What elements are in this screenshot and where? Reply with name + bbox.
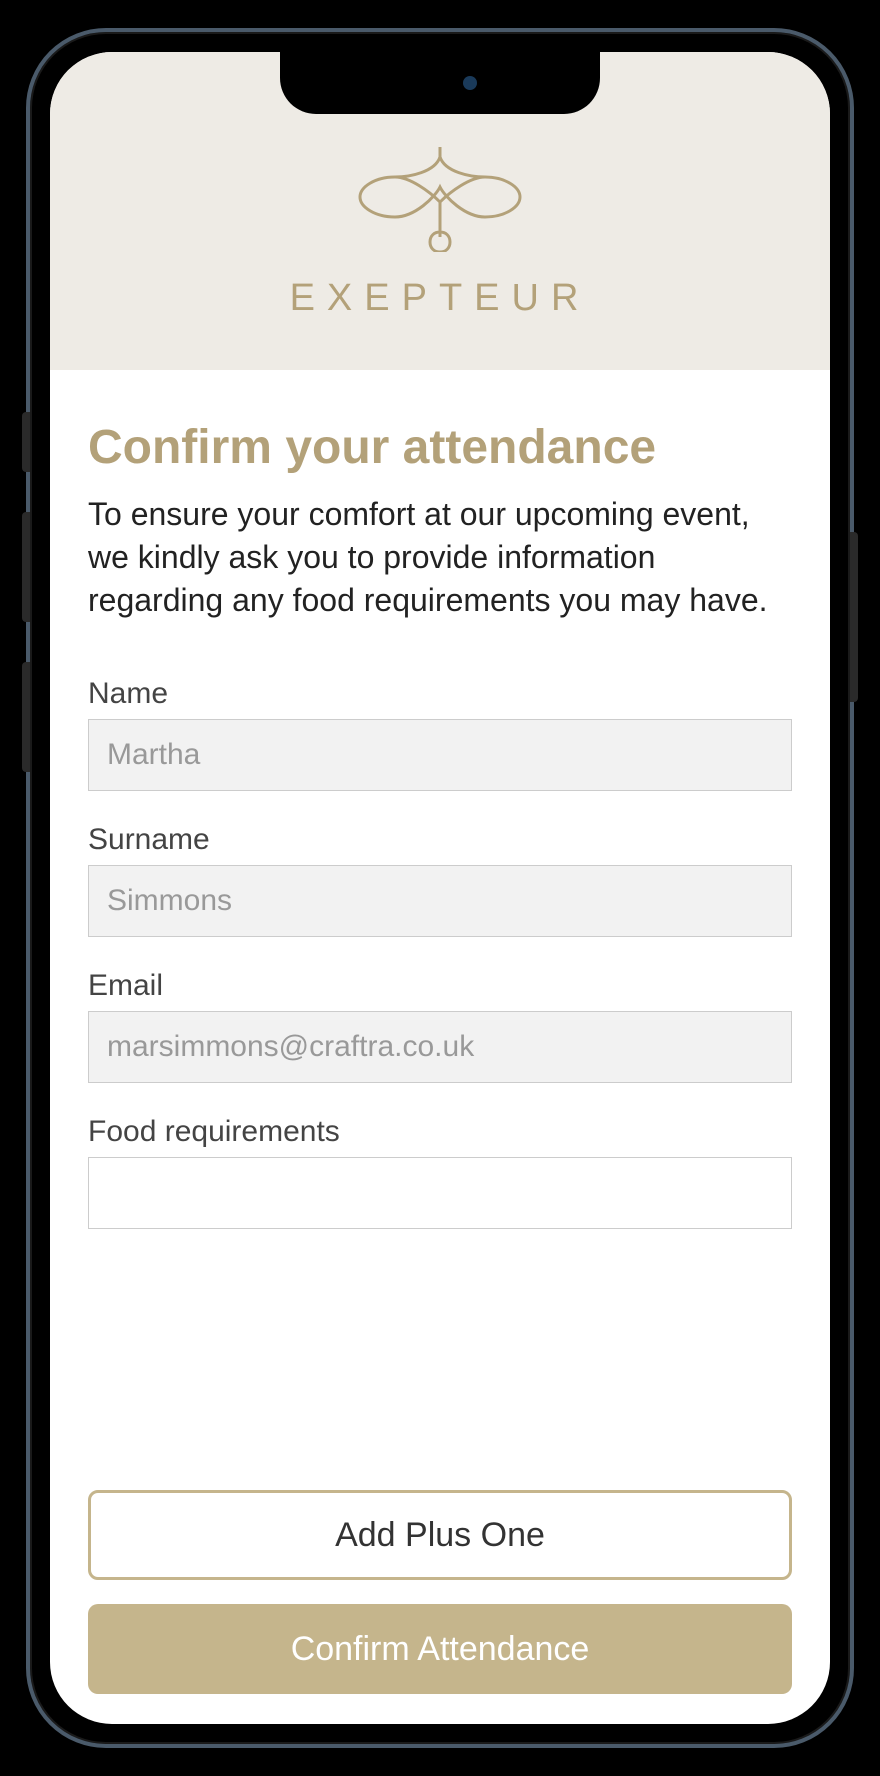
add-plus-one-button[interactable]: Add Plus One xyxy=(88,1490,792,1580)
brand-name: EXEPTEUR xyxy=(290,277,591,320)
email-field-group: Email xyxy=(88,969,792,1083)
phone-side-buttons-left xyxy=(22,412,30,812)
food-label: Food requirements xyxy=(88,1115,792,1149)
name-field-group: Name xyxy=(88,677,792,791)
surname-input[interactable] xyxy=(88,865,792,937)
food-field-group: Food requirements xyxy=(88,1115,792,1229)
surname-field-group: Surname xyxy=(88,823,792,937)
food-input[interactable] xyxy=(88,1157,792,1229)
phone-screen: EXEPTEUR Confirm your attendance To ensu… xyxy=(50,52,830,1724)
app-content: EXEPTEUR Confirm your attendance To ensu… xyxy=(50,52,830,1724)
page-title: Confirm your attendance xyxy=(88,420,792,475)
logo-icon xyxy=(340,142,540,257)
email-label: Email xyxy=(88,969,792,1003)
phone-frame: EXEPTEUR Confirm your attendance To ensu… xyxy=(26,28,854,1748)
surname-label: Surname xyxy=(88,823,792,857)
name-input[interactable] xyxy=(88,719,792,791)
page-description: To ensure your comfort at our upcoming e… xyxy=(88,493,792,623)
email-input[interactable] xyxy=(88,1011,792,1083)
phone-notch xyxy=(280,52,600,114)
main-content: Confirm your attendance To ensure your c… xyxy=(50,370,830,1724)
phone-side-button-right xyxy=(850,532,858,702)
button-group: Add Plus One Confirm Attendance xyxy=(88,1450,792,1694)
camera-icon xyxy=(463,76,477,90)
name-label: Name xyxy=(88,677,792,711)
confirm-attendance-button[interactable]: Confirm Attendance xyxy=(88,1604,792,1694)
